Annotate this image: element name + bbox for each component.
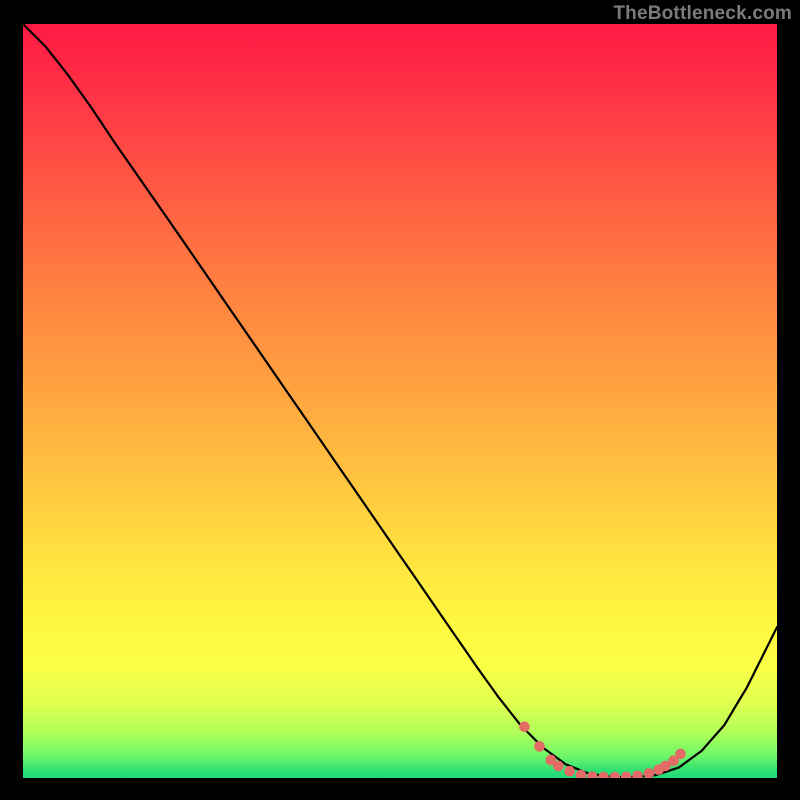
- valley-dots-group: [519, 721, 686, 778]
- valley-dot: [519, 721, 530, 732]
- valley-dot: [621, 771, 632, 778]
- valley-dots-layer: [23, 24, 777, 778]
- valley-dot: [564, 766, 575, 777]
- valley-dot: [675, 749, 686, 760]
- valley-dot: [598, 772, 609, 778]
- valley-dot: [644, 768, 655, 778]
- valley-dot: [632, 770, 643, 778]
- valley-dot: [534, 741, 545, 752]
- chart-frame: TheBottleneck.com: [0, 0, 800, 800]
- valley-dot: [553, 761, 564, 772]
- plot-area: [23, 24, 777, 778]
- valley-dot: [576, 770, 587, 778]
- valley-dot: [610, 772, 621, 778]
- watermark-text: TheBottleneck.com: [613, 3, 792, 25]
- valley-dot: [587, 771, 598, 778]
